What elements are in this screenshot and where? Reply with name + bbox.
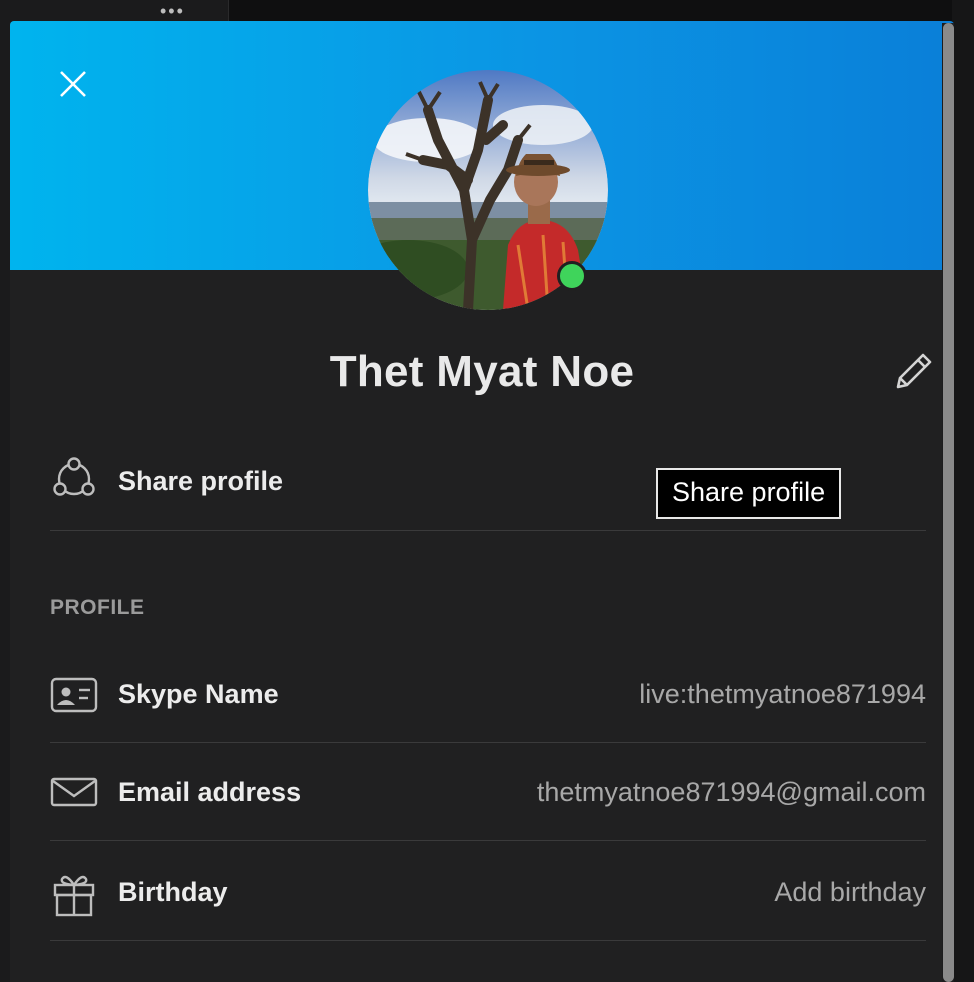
field-label: Skype Name — [118, 679, 279, 709]
scrollbar-thumb[interactable] — [943, 23, 954, 982]
share-profile-tooltip: Share profile — [656, 468, 842, 519]
field-row-email[interactable]: Email address thetmyatnoe871994@gmail.co… — [50, 743, 926, 841]
section-title-profile: PROFILE — [50, 596, 145, 619]
envelope-icon — [50, 777, 98, 807]
field-row-skype-name[interactable]: Skype Name live:thetmyatnoe871994 — [50, 645, 926, 743]
share-nodes-icon — [53, 457, 95, 496]
add-birthday-link[interactable]: Add birthday — [774, 877, 926, 908]
status-indicator — [557, 261, 587, 291]
close-icon — [60, 71, 86, 97]
profile-name: Thet Myat Noe — [329, 347, 635, 396]
id-card-icon — [50, 677, 98, 713]
field-value: thetmyatnoe871994@gmail.com — [536, 777, 926, 807]
share-profile-label: Share profile — [118, 466, 284, 496]
field-label: Email address — [118, 777, 302, 807]
field-label: Birthday — [118, 877, 228, 907]
edit-profile-button[interactable] — [890, 349, 936, 395]
scrollbar[interactable] — [942, 23, 954, 982]
close-button[interactable] — [54, 65, 92, 103]
more-options-icon: ••• — [160, 1, 185, 21]
profile-dialog: Thet Myat Noe Share profile PROFILE Skyp… — [10, 21, 954, 982]
field-row-birthday[interactable]: Birthday Add birthday — [50, 843, 926, 941]
avatar[interactable] — [368, 70, 608, 310]
pencil-icon — [896, 353, 932, 389]
gift-icon — [53, 875, 95, 917]
field-value: live:thetmyatnoe871994 — [639, 679, 926, 709]
background-panel — [952, 0, 974, 982]
